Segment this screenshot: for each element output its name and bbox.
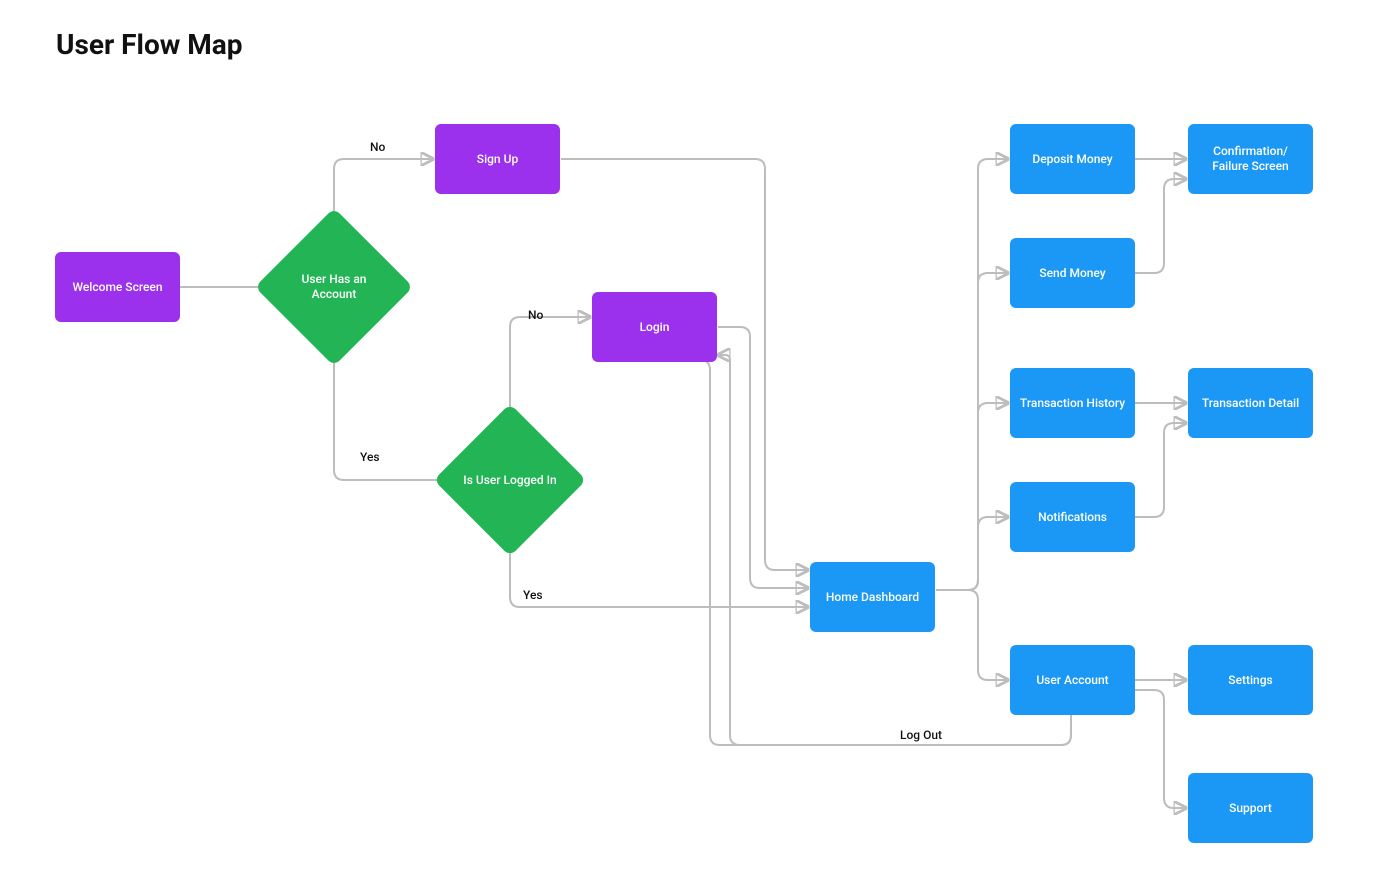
node-is-user-logged-in-label: Is User Logged In (459, 469, 560, 492)
node-is-user-logged-in: Is User Logged In (456, 426, 564, 534)
edge-label-logout: Log Out (900, 728, 942, 742)
edge-label-no-2: No (528, 308, 543, 322)
node-send-money: Send Money (1010, 238, 1135, 308)
edge-label-yes-2: Yes (523, 588, 543, 602)
edge-label-yes-1: Yes (360, 450, 380, 464)
node-deposit-money: Deposit Money (1010, 124, 1135, 194)
node-user-has-account-label: User Has an Account (278, 268, 390, 306)
node-user-account: User Account (1010, 645, 1135, 715)
node-login: Login (592, 292, 717, 362)
node-sign-up: Sign Up (435, 124, 560, 194)
edge-label-no-1: No (370, 140, 385, 154)
node-confirmation-screen: Confirmation/ Failure Screen (1188, 124, 1313, 194)
node-settings: Settings (1188, 645, 1313, 715)
node-home-dashboard: Home Dashboard (810, 562, 935, 632)
node-transaction-detail: Transaction Detail (1188, 368, 1313, 438)
page-title: User Flow Map (56, 28, 243, 61)
node-user-has-account: User Has an Account (278, 231, 390, 343)
node-transaction-history: Transaction History (1010, 368, 1135, 438)
node-welcome-screen: Welcome Screen (55, 252, 180, 322)
node-notifications: Notifications (1010, 482, 1135, 552)
node-support: Support (1188, 773, 1313, 843)
